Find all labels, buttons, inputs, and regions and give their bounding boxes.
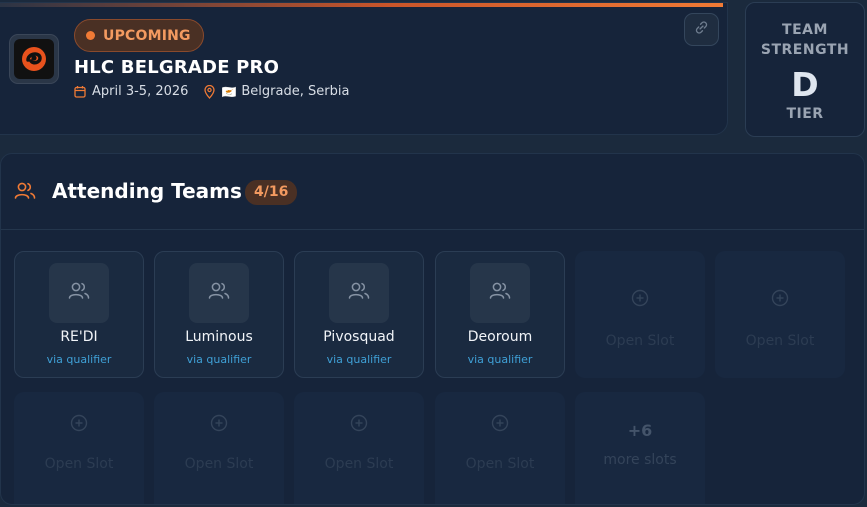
- tier-grade: D: [791, 65, 819, 104]
- status-badge-label: UPCOMING: [103, 27, 191, 44]
- open-slot-label: Open Slot: [605, 333, 675, 349]
- open-slot-label: Open Slot: [184, 456, 254, 472]
- event-location: Belgrade, Serbia: [241, 84, 350, 99]
- open-slot: Open Slot: [435, 392, 565, 504]
- team-name: Deoroum: [467, 329, 533, 345]
- team-name: Luminous: [185, 329, 253, 345]
- attending-teams-card: Attending Teams 4/16 RE'DI via qualifier…: [0, 153, 865, 505]
- tier-label-top: TEAM STRENGTH: [760, 22, 850, 58]
- plus-circle-icon: [70, 414, 88, 436]
- country-flag-icon: 🇨🇾: [221, 84, 237, 99]
- open-slot-label: Open Slot: [44, 456, 114, 472]
- map-pin-icon: [204, 84, 216, 99]
- team-name: RE'DI: [60, 329, 98, 345]
- team-card[interactable]: Pivosquad via qualifier: [294, 251, 424, 378]
- event-title: HLC BELGRADE PRO: [74, 57, 280, 78]
- event-dates: April 3-5, 2026: [92, 84, 189, 99]
- plus-circle-icon: [631, 289, 649, 311]
- open-slot-label: Open Slot: [324, 456, 394, 472]
- event-logo: [9, 34, 59, 84]
- team-card[interactable]: Deoroum via qualifier: [435, 251, 565, 378]
- tier-label-bottom: TIER: [786, 106, 824, 122]
- event-meta: April 3-5, 2026 🇨🇾 Belgrade, Serbia: [74, 84, 349, 99]
- status-dot-icon: [86, 31, 95, 40]
- team-entry-method: via qualifier: [186, 353, 252, 366]
- team-avatar: [329, 263, 389, 323]
- open-slot: Open Slot: [575, 251, 705, 378]
- plus-circle-icon: [210, 414, 228, 436]
- open-slot-label: Open Slot: [465, 456, 535, 472]
- team-card[interactable]: Luminous via qualifier: [154, 251, 284, 378]
- calendar-icon: [74, 85, 86, 98]
- team-avatar: [189, 263, 249, 323]
- team-entry-method: via qualifier: [326, 353, 392, 366]
- status-accent-bar: [0, 3, 723, 7]
- team-avatar: [470, 263, 530, 323]
- team-card[interactable]: RE'DI via qualifier: [14, 251, 144, 378]
- open-slot: Open Slot: [14, 392, 144, 504]
- open-slot: Open Slot: [154, 392, 284, 504]
- copy-link-button[interactable]: [684, 13, 719, 46]
- link-icon: [694, 20, 709, 39]
- event-header-card: UPCOMING HLC BELGRADE PRO April 3-5, 202…: [0, 2, 728, 135]
- users-icon: [489, 281, 511, 305]
- open-slot: Open Slot: [715, 251, 845, 378]
- team-entry-method: via qualifier: [46, 353, 112, 366]
- plus-circle-icon: [350, 414, 368, 436]
- team-entry-method: via qualifier: [467, 353, 533, 366]
- open-slot-label: Open Slot: [745, 333, 815, 349]
- users-icon: [68, 281, 90, 305]
- event-logo-icon: [14, 39, 54, 79]
- more-slots-count: +6: [627, 421, 653, 440]
- team-avatar: [49, 263, 109, 323]
- team-count-badge: 4/16: [245, 180, 298, 205]
- status-badge: UPCOMING: [74, 19, 204, 52]
- attending-teams-header: Attending Teams 4/16: [1, 154, 864, 230]
- users-icon: [208, 281, 230, 305]
- plus-circle-icon: [771, 289, 789, 311]
- team-name: Pivosquad: [323, 329, 395, 345]
- team-strength-tier-card: TEAM STRENGTH D TIER: [745, 2, 865, 137]
- users-icon: [14, 181, 36, 205]
- more-slots-card: +6 more slots: [575, 392, 705, 504]
- more-slots-label: more slots: [603, 452, 677, 468]
- plus-circle-icon: [491, 414, 509, 436]
- users-icon: [348, 281, 370, 305]
- attending-teams-title: Attending Teams: [52, 179, 242, 203]
- open-slot: Open Slot: [294, 392, 424, 504]
